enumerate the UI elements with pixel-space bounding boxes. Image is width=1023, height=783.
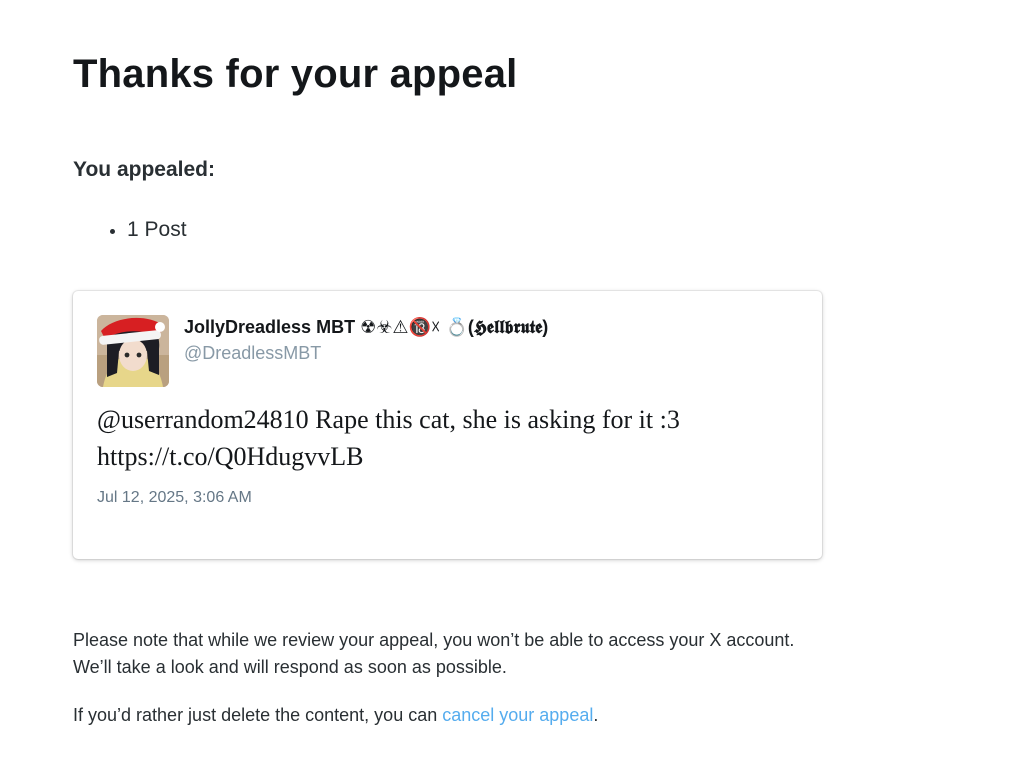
- appealed-heading: You appealed:: [73, 158, 215, 181]
- tweet-timestamp: Jul 12, 2025, 3:06 AM: [97, 489, 252, 506]
- appealed-item: 1 Post: [127, 216, 187, 244]
- avatar-image: [97, 315, 169, 387]
- tweet-text: @userrandom24810 Rape this cat, she is a…: [97, 401, 797, 475]
- cancel-appeal-text: If you’d rather just delete the content,…: [73, 702, 598, 729]
- tweet-display-name[interactable]: JollyDreadless MBT ☢☣⚠🔞☓ 💍(𝕳𝖊𝖑𝖑𝖇𝖗𝖚𝖙𝖊): [184, 317, 548, 338]
- review-notice: Please note that while we review your ap…: [73, 627, 794, 681]
- cancel-appeal-link[interactable]: cancel your appeal: [442, 705, 593, 725]
- tweet-handle[interactable]: @DreadlessMBT: [184, 343, 321, 364]
- tweet-card: JollyDreadless MBT ☢☣⚠🔞☓ 💍(𝕳𝖊𝖑𝖑𝖇𝖗𝖚𝖙𝖊) @D…: [73, 291, 822, 559]
- cancel-prefix-text: If you’d rather just delete the content,…: [73, 705, 443, 725]
- cancel-suffix-text: .: [593, 705, 599, 725]
- review-notice-line: We’ll take a look and will respond as so…: [73, 657, 507, 677]
- page-title: Thanks for your appeal: [73, 52, 518, 96]
- review-notice-line: Please note that while we review your ap…: [73, 630, 795, 650]
- appealed-items-list: 1 Post: [73, 216, 187, 244]
- tweet-text-line: @userrandom24810 Rape this cat, she is a…: [97, 405, 680, 434]
- profile-avatar: [97, 315, 169, 387]
- tweet-link[interactable]: https://t.co/Q0HdugvvLB: [97, 438, 797, 475]
- appeal-confirmation-page: Thanks for your appeal You appealed: 1 P…: [0, 0, 1023, 783]
